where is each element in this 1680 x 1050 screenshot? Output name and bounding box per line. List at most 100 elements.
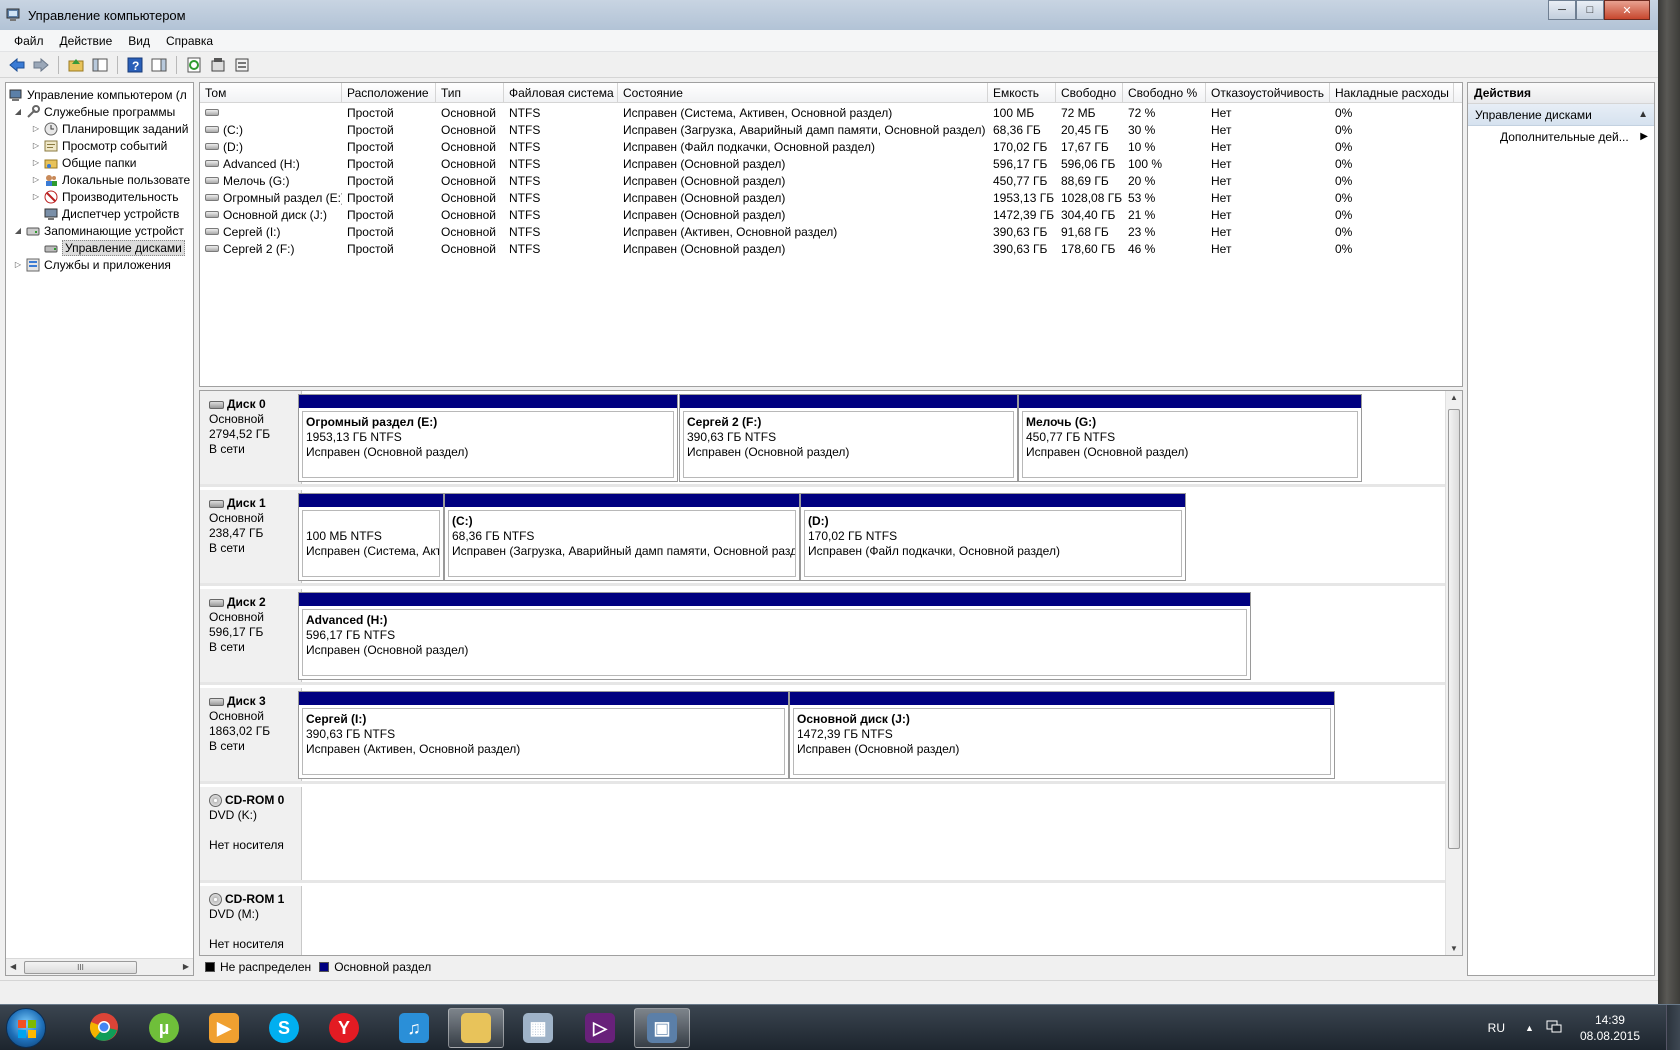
column-header-layout[interactable]: Расположение	[342, 83, 436, 103]
partition-block[interactable]: 100 МБ NTFS Исправен (Система, Акти	[298, 493, 444, 581]
column-header-overhead[interactable]: Накладные расходы	[1330, 83, 1454, 103]
tree-item-task-scheduler[interactable]: ▷ Планировщик заданий	[31, 120, 188, 137]
column-header-free[interactable]: Свободно	[1056, 83, 1123, 103]
clock[interactable]: 14:39 08.08.2015	[1580, 1012, 1640, 1044]
collapse-arrow-icon[interactable]: ▲	[1638, 104, 1648, 126]
column-header-capacity[interactable]: Емкость	[988, 83, 1056, 103]
language-indicator[interactable]: RU	[1488, 1021, 1505, 1035]
scroll-up-arrow-icon[interactable]: ▲	[1450, 393, 1458, 402]
collapsed-arrow-icon[interactable]: ▷	[31, 175, 41, 184]
help-icon[interactable]: ?	[126, 56, 144, 74]
maximize-button[interactable]: □	[1576, 0, 1604, 20]
show-hide-tree-icon[interactable]	[91, 56, 109, 74]
menu-help[interactable]: Справка	[158, 34, 221, 48]
tree-item-shared-folders[interactable]: ▷ Общие папки	[31, 154, 137, 171]
collapsed-arrow-icon[interactable]: ▷	[31, 124, 41, 133]
partition-block[interactable]: Сергей (I:) 390,63 ГБ NTFS Исправен (Актив…	[298, 691, 789, 779]
network-icon[interactable]	[1546, 1020, 1562, 1037]
refresh-icon[interactable]	[185, 56, 203, 74]
taskbar: µ ▶ S Y ♫ ▦ ▷ ▣ RU ▲ 14:39 08.08.2015	[0, 1004, 1680, 1050]
taskbar-skype[interactable]: S	[256, 1008, 312, 1048]
tray-expand-icon[interactable]: ▲	[1525, 1023, 1534, 1033]
collapsed-arrow-icon[interactable]: ▷	[31, 141, 41, 150]
scroll-right-arrow-icon[interactable]: ▶	[183, 962, 189, 971]
disk-label[interactable]: CD-ROM 0 DVD (K:) Нет носителя	[200, 787, 302, 880]
table-row[interactable]: Сергей 2 (F:) Простой Основной NTFS Исправен…	[200, 241, 1462, 258]
disk-type: DVD (K:)	[209, 808, 257, 822]
properties-icon[interactable]	[209, 56, 227, 74]
show-hide-action-pane-icon[interactable]	[150, 56, 168, 74]
column-header-volume[interactable]: Том	[200, 83, 342, 103]
partition-block[interactable]: (C:) 68,36 ГБ NTFS Исправен (Загрузка, Ава…	[444, 493, 800, 581]
tree-item-storage[interactable]: ◢ Запоминающие устройст	[13, 222, 184, 239]
table-row[interactable]: Простой Основной NTFS Исправен (Система, Ак…	[200, 105, 1462, 122]
menu-view[interactable]: Вид	[120, 34, 158, 48]
disk-label[interactable]: Диск 3 Основной 1863,02 ГБ В сети	[200, 688, 302, 781]
taskbar-chrome[interactable]	[76, 1008, 132, 1048]
taskbar-media-player[interactable]: ▶	[196, 1008, 252, 1048]
minimize-button[interactable]: ─	[1548, 0, 1576, 20]
partition-block[interactable]: Advanced (H:) 596,17 ГБ NTFS Исправен (Осн…	[298, 592, 1251, 680]
table-row[interactable]: (D:) Простой Основной NTFS Исправен (Файл по…	[200, 139, 1462, 156]
taskbar-file-explorer[interactable]	[448, 1008, 504, 1048]
column-header-fault-tolerance[interactable]: Отказоустойчивость	[1206, 83, 1330, 103]
disk-label[interactable]: Диск 2 Основной 596,17 ГБ В сети	[200, 589, 302, 682]
scroll-down-arrow-icon[interactable]: ▼	[1450, 944, 1458, 953]
taskbar-itunes[interactable]: ♫	[386, 1008, 442, 1048]
partition-block[interactable]: Сергей 2 (F:) 390,63 ГБ NTFS Исправен (Осн…	[679, 394, 1018, 482]
scroll-thumb[interactable]	[1448, 409, 1460, 849]
tree-item-system-tools[interactable]: ◢ Служебные программы	[13, 103, 175, 120]
disk-label[interactable]: Диск 1 Основной 238,47 ГБ В сети	[200, 490, 302, 583]
taskbar-yandex-browser[interactable]: Y	[316, 1008, 372, 1048]
expanded-arrow-icon[interactable]: ◢	[13, 107, 23, 116]
menu-file[interactable]: Файл	[6, 34, 52, 48]
table-row[interactable]: Основной диск (J:) Простой Основной NTFS Исп…	[200, 207, 1462, 224]
partition-block[interactable]: (D:) 170,02 ГБ NTFS Исправен (Файл подкачк…	[800, 493, 1186, 581]
start-button[interactable]	[6, 1008, 46, 1048]
tree-item-local-users[interactable]: ▷ Локальные пользовате	[31, 171, 190, 188]
taskbar-visual-studio[interactable]: ▷	[572, 1008, 628, 1048]
partition-block[interactable]: Основной диск (J:) 1472,39 ГБ NTFS Исправе…	[789, 691, 1335, 779]
forward-arrow-icon[interactable]	[32, 56, 50, 74]
tree-horizontal-scrollbar[interactable]: ◀ III ▶	[6, 958, 193, 975]
taskbar-utorrent[interactable]: µ	[136, 1008, 192, 1048]
column-header-filesystem[interactable]: Файловая система	[504, 83, 618, 103]
table-row[interactable]: (C:) Простой Основной NTFS Исправен (Загрузк…	[200, 122, 1462, 139]
collapsed-arrow-icon[interactable]: ▷	[31, 158, 41, 167]
table-row[interactable]: Сергей (I:) Простой Основной NTFS Исправен (…	[200, 224, 1462, 241]
table-row[interactable]: Advanced (H:) Простой Основной NTFS Исправен…	[200, 156, 1462, 173]
tree-item-event-viewer[interactable]: ▷ Просмотр событий	[31, 137, 167, 154]
table-row[interactable]: Огромный раздел (E:) Простой Основной NTFS И…	[200, 190, 1462, 207]
scroll-left-arrow-icon[interactable]: ◀	[10, 962, 16, 971]
tree-root[interactable]: Управление компьютером (л	[8, 86, 187, 103]
collapsed-arrow-icon[interactable]: ▷	[13, 260, 23, 269]
export-icon[interactable]	[233, 56, 251, 74]
back-arrow-icon[interactable]	[8, 56, 26, 74]
disk-label[interactable]: Диск 0 Основной 2794,52 ГБ В сети	[200, 391, 302, 484]
window-title: Управление компьютером	[28, 7, 186, 23]
tree-item-device-manager[interactable]: Диспетчер устройств	[43, 205, 179, 222]
column-header-type[interactable]: Тип	[436, 83, 504, 103]
table-row[interactable]: Мелочь (G:) Простой Основной NTFS Исправен (…	[200, 173, 1462, 190]
disk-vertical-scrollbar[interactable]: ▲ ▼	[1445, 391, 1462, 955]
partition-block[interactable]: Мелочь (G:) 450,77 ГБ NTFS Исправен (Основ…	[1018, 394, 1362, 482]
taskbar-computer-management[interactable]: ▣	[634, 1008, 690, 1048]
title-bar[interactable]: Управление компьютером ─ □ ✕	[0, 0, 1658, 30]
column-header-status[interactable]: Состояние	[618, 83, 988, 103]
collapsed-arrow-icon[interactable]: ▷	[31, 192, 41, 201]
close-button[interactable]: ✕	[1604, 0, 1650, 20]
disk-label[interactable]: CD-ROM 1 DVD (M:) Нет носителя	[200, 886, 302, 955]
scroll-thumb[interactable]: III	[24, 961, 137, 974]
tree-item-services-apps[interactable]: ▷ Службы и приложения	[13, 256, 171, 273]
taskbar-calculator[interactable]: ▦	[510, 1008, 566, 1048]
expanded-arrow-icon[interactable]: ◢	[13, 226, 23, 235]
tree-item-performance[interactable]: ▷ Производительность	[31, 188, 179, 205]
menu-action[interactable]: Действие	[52, 34, 121, 48]
column-header-free-percent[interactable]: Свободно %	[1123, 83, 1206, 103]
show-desktop-button[interactable]	[1666, 1005, 1680, 1050]
tree-item-disk-management[interactable]: Управление дисками	[43, 239, 185, 256]
partition-block[interactable]: Огромный раздел (E:) 1953,13 ГБ NTFS Испра…	[298, 394, 678, 482]
actions-more[interactable]: Дополнительные дей... ▶	[1468, 126, 1654, 148]
actions-section-disk-management[interactable]: Управление дисками ▲	[1468, 104, 1654, 126]
up-folder-icon[interactable]	[67, 56, 85, 74]
